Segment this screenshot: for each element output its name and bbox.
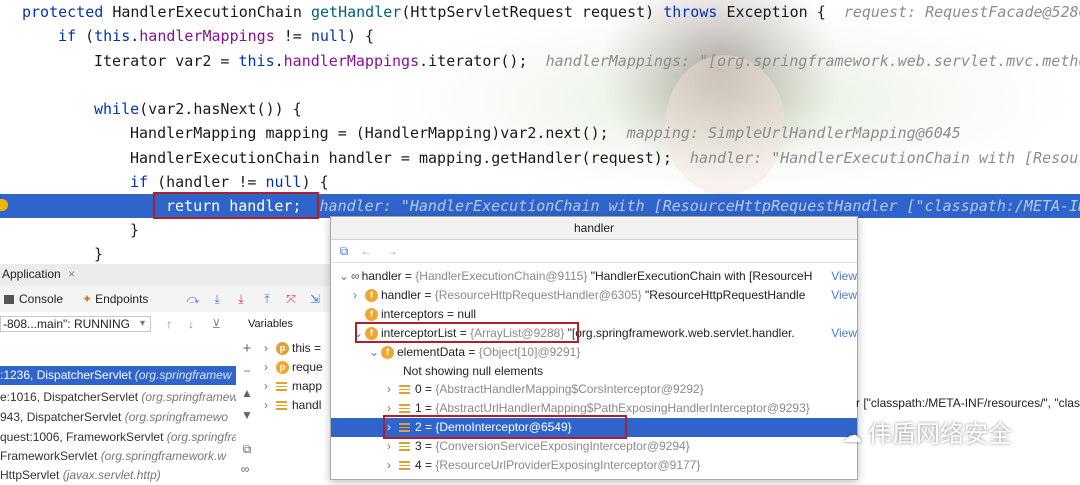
variables-panel: Variables + − ▲ ▼ ⧉ ∞ › p this = › p reque ›… bbox=[236, 312, 330, 478]
view-link[interactable]: View bbox=[829, 324, 857, 343]
tree-row[interactable]: › 3 = {ConversionServiceExposingIntercept… bbox=[387, 437, 857, 456]
thread-selector[interactable]: -808...main": RUNNING ▾ ↑ ↓ ⊻ bbox=[0, 314, 234, 334]
handler-inspection-popup[interactable]: handler ⧉ ← → ⌄ ∞ handler = {HandlerExecut… bbox=[330, 216, 858, 480]
remove-watch-icon[interactable]: − bbox=[240, 364, 254, 378]
filter-icon[interactable]: ⊻ bbox=[212, 314, 221, 334]
inline-hint: request: RequestFacade@5280 bbox=[843, 3, 1080, 21]
collapse-arrow-icon[interactable]: ⌄ bbox=[369, 343, 381, 362]
code-line-3: Iterator var2 = this.handlerMappings.ite… bbox=[94, 49, 1080, 73]
watermark: ☁ 伟盾网络安全 bbox=[842, 420, 1012, 448]
variable-row[interactable]: › p reque bbox=[264, 360, 323, 375]
view-link[interactable]: View bbox=[829, 286, 857, 305]
tree-row-note: Not showing null elements bbox=[403, 364, 544, 378]
endpoints-icon: ✦ bbox=[82, 292, 93, 306]
run-to-cursor-icon[interactable]: ⇲ bbox=[308, 292, 322, 306]
tree-row[interactable]: › 0 = {AbstractHandlerMapping$CorsInterce… bbox=[387, 380, 857, 399]
debug-tool-window: Application × Console ✦ Endpoints ⤼ ⤓ ⤓ ⤒… bbox=[0, 264, 330, 482]
field-icon: f bbox=[365, 289, 378, 303]
copy-icon[interactable]: ⧉ bbox=[240, 442, 254, 456]
tree-row[interactable]: › f handler = {ResourceHttpRequestHandler@… bbox=[353, 286, 857, 305]
element-icon bbox=[399, 404, 410, 414]
wechat-icon: ☁ bbox=[842, 423, 862, 447]
code-line-7: if (handler != null) { bbox=[130, 173, 329, 191]
console-icon bbox=[4, 295, 14, 305]
expand-arrow-icon[interactable]: › bbox=[264, 398, 276, 412]
popup-toolbar: ⧉ ← → bbox=[331, 240, 857, 263]
variables-header: Variables bbox=[248, 318, 294, 330]
inline-hint: handlerMappings: "[org.springframework.w… bbox=[545, 52, 1080, 70]
field-icon: f bbox=[381, 346, 394, 360]
element-icon bbox=[399, 442, 410, 452]
code-line-6: HandlerExecutionChain handler = mapping.… bbox=[130, 146, 1080, 170]
code-line-10: } bbox=[94, 245, 104, 263]
variable-row[interactable]: › mapp bbox=[264, 379, 322, 393]
element-icon bbox=[399, 385, 410, 395]
code-line-4: while(var2.hasNext()) { bbox=[94, 100, 302, 118]
tree-row[interactable]: ⌄ f elementData = {Object[10]@9291} bbox=[369, 343, 857, 362]
field-icon: p bbox=[276, 342, 289, 356]
list-icon bbox=[276, 382, 287, 392]
code-line-5: HandlerMapping mapping = (HandlerMapping… bbox=[130, 124, 961, 142]
list-icon bbox=[276, 401, 287, 411]
view-link[interactable]: View bbox=[829, 267, 857, 286]
inline-value-overflow: r ["classpath:/META-INF/resources/", "cl… bbox=[856, 396, 1080, 410]
step-into-icon[interactable]: ⤓ bbox=[234, 292, 248, 306]
return-handler-highlight-box bbox=[153, 192, 319, 219]
move-up-icon[interactable]: ▲ bbox=[240, 386, 254, 400]
element-icon bbox=[399, 461, 410, 471]
next-frame-icon[interactable]: ↓ bbox=[188, 314, 194, 334]
console-tab[interactable]: Console bbox=[4, 292, 63, 306]
expand-arrow-icon[interactable]: › bbox=[264, 379, 276, 393]
variable-row[interactable]: › handl bbox=[264, 398, 321, 412]
interceptor-list-highlight-box bbox=[355, 322, 579, 343]
endpoints-tab[interactable]: ✦ Endpoints bbox=[82, 292, 148, 306]
add-watch-icon[interactable]: + bbox=[240, 341, 254, 356]
expand-arrow-icon[interactable]: › bbox=[387, 380, 399, 399]
drop-frame-icon[interactable]: ⤧ bbox=[284, 292, 298, 306]
stack-frame[interactable]: :1236, DispatcherServlet (org.springfram… bbox=[0, 366, 236, 385]
forward-icon[interactable]: → bbox=[385, 244, 399, 258]
expand-arrow-icon[interactable]: › bbox=[264, 341, 276, 355]
expand-arrow-icon[interactable]: › bbox=[264, 360, 276, 374]
debug-tab-row: Application × bbox=[0, 264, 330, 287]
demo-interceptor-highlight-box bbox=[383, 415, 627, 439]
close-icon[interactable]: × bbox=[68, 267, 75, 281]
expand-arrow-icon[interactable]: › bbox=[387, 437, 399, 456]
tab-application[interactable]: Application × bbox=[2, 267, 75, 281]
variable-row[interactable]: › p this = bbox=[264, 341, 321, 356]
step-over-icon[interactable]: ⤓ bbox=[210, 292, 224, 306]
back-icon[interactable]: ← bbox=[359, 244, 373, 258]
code-line-1: protected HandlerExecutionChain getHandl… bbox=[22, 0, 1080, 24]
move-down-icon[interactable]: ▼ bbox=[240, 408, 254, 422]
stack-frame[interactable]: e:1016, DispatcherServlet (org.springfra… bbox=[0, 388, 236, 407]
popup-title: handler bbox=[331, 217, 857, 240]
expand-arrow-icon[interactable]: › bbox=[353, 286, 365, 305]
expand-arrow-icon[interactable]: › bbox=[387, 456, 399, 475]
field-icon: f bbox=[365, 308, 378, 322]
debug-toolbar: Console ✦ Endpoints ⤼ ⤓ ⤓ ⤒ ⤧ ⇲ bbox=[0, 286, 330, 313]
stack-frame[interactable]: HttpServlet (javax.servlet.http) bbox=[0, 466, 236, 485]
hierarchy-icon[interactable]: ⧉ bbox=[337, 244, 351, 258]
collapse-arrow-icon[interactable]: ⌄ bbox=[339, 267, 351, 286]
glasses-icon[interactable]: ∞ bbox=[238, 462, 252, 476]
inline-hint: handler: "HandlerExecutionChain with [Re… bbox=[319, 197, 1080, 215]
frames-panel: -808...main": RUNNING ▾ ↑ ↓ ⊻ :1236, Dis… bbox=[0, 312, 237, 482]
step-out-icon[interactable]: ⤒ bbox=[260, 292, 274, 306]
watch-icon: ∞ bbox=[351, 269, 360, 283]
stack-frame[interactable]: 943, DispatcherServlet (org.springframew… bbox=[0, 408, 236, 427]
code-line-9: } bbox=[130, 221, 140, 239]
tree-row[interactable]: ⌄ ∞ handler = {HandlerExecutionChain@9115}… bbox=[339, 267, 857, 286]
dropdown-icon: ▾ bbox=[140, 318, 146, 329]
stack-frame[interactable]: quest:1006, FrameworkServlet (org.spring… bbox=[0, 428, 236, 447]
inline-hint: mapping: SimpleUrlHandlerMapping@6045 bbox=[626, 124, 961, 142]
param-icon: p bbox=[276, 361, 289, 375]
code-line-2: if (this.handlerMappings != null) { bbox=[58, 27, 375, 45]
inline-hint: handler: "HandlerExecutionChain with [Re… bbox=[689, 149, 1080, 167]
show-execution-point-icon[interactable]: ⤼ bbox=[186, 292, 200, 306]
stack-frame[interactable]: FrameworkServlet (org.springframework.w bbox=[0, 447, 236, 466]
tree-row[interactable]: › 4 = {ResourceUrlProviderExposingInterce… bbox=[387, 456, 857, 475]
previous-frame-icon[interactable]: ↑ bbox=[166, 314, 172, 334]
